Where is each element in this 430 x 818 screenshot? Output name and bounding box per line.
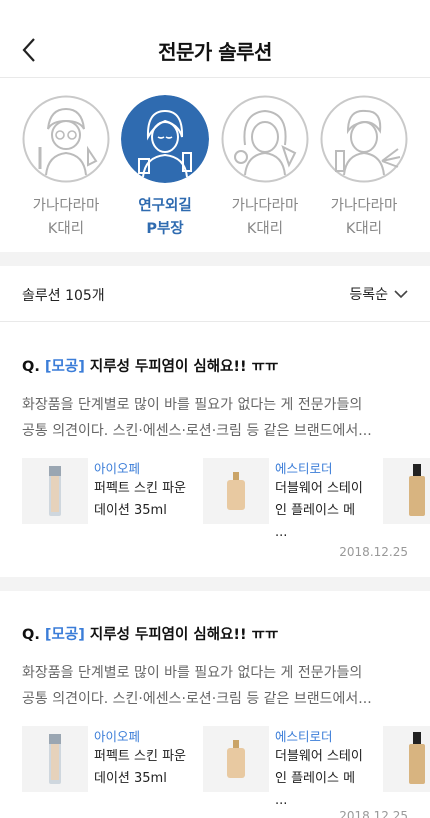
question-title: Q. [모공] 지루성 두피염이 심해요!! ㅠㅠ bbox=[22, 623, 278, 644]
sort-dropdown[interactable]: 등록순 bbox=[349, 284, 408, 304]
product-brand: 에스티로더 bbox=[275, 729, 333, 744]
answer-preview: 화장품을 단계별로 많이 바를 필요가 없다는 게 전문가들의 공통 의견이다.… bbox=[22, 392, 397, 444]
product-image bbox=[22, 726, 88, 792]
product-brand: 아이오페 bbox=[94, 729, 141, 744]
header: 전문가 솔루션 bbox=[0, 0, 430, 78]
product-name: 더블웨어 스테이 인 플레이스 메 ... bbox=[275, 481, 363, 540]
product-brand: 아이오페 bbox=[94, 461, 141, 476]
expert-item[interactable]: 가나다라마 K대리 bbox=[21, 95, 111, 241]
expert-item-selected[interactable]: 연구외길 P부장 bbox=[120, 95, 210, 241]
product-image bbox=[383, 726, 430, 792]
solution-card[interactable]: Q. [모공] 지루성 두피염이 심해요!! ㅠㅠ 화장품을 단계별로 많이 바… bbox=[0, 591, 430, 818]
post-date: 2018.12.25 bbox=[339, 545, 408, 559]
answer-line: 공통 의견이다. 스킨·에센스·로션·크림 등 같은 브랜드에서... bbox=[22, 423, 372, 439]
expert-item[interactable]: 가나다라마 K대리 bbox=[319, 95, 409, 241]
question-text: 지루성 두피염이 심해요!! ㅠㅠ bbox=[89, 627, 279, 643]
product-item[interactable] bbox=[383, 726, 430, 792]
product-name: 퍼펙트 스킨 파운데이션 35ml bbox=[94, 481, 186, 518]
product-item[interactable] bbox=[383, 458, 430, 524]
section-divider bbox=[0, 577, 430, 591]
post-date: 2018.12.25 bbox=[339, 809, 408, 818]
answer-line: 공통 의견이다. 스킨·에센스·로션·크림 등 같은 브랜드에서... bbox=[22, 691, 372, 707]
product-image bbox=[22, 458, 88, 524]
page-title: 전문가 솔루션 bbox=[158, 40, 272, 64]
question-tag: [모공] bbox=[44, 359, 85, 375]
avatar bbox=[320, 95, 408, 183]
product-name: 퍼펙트 스킨 파운데이션 35ml bbox=[94, 749, 186, 786]
question-tag: [모공] bbox=[44, 627, 85, 643]
section-divider bbox=[0, 252, 430, 266]
answer-line: 화장품을 단계별로 많이 바를 필요가 없다는 게 전문가들의 bbox=[22, 665, 363, 681]
expert-role: K대리 bbox=[47, 221, 85, 237]
expert-role: P부장 bbox=[146, 221, 184, 237]
product-item[interactable]: 에스티로더 더블웨어 스테이 인 플레이스 메 ... bbox=[203, 458, 378, 540]
product-image bbox=[203, 726, 269, 792]
solution-count: 솔루션 105개 bbox=[22, 288, 105, 304]
product-name: 더블웨어 스테이 인 플레이스 메 ... bbox=[275, 749, 363, 808]
answer-line: 화장품을 단계별로 많이 바를 필요가 없다는 게 전문가들의 bbox=[22, 397, 363, 413]
product-brand: 에스티로더 bbox=[275, 461, 333, 476]
avatar bbox=[221, 95, 309, 183]
answer-preview: 화장품을 단계별로 많이 바를 필요가 없다는 게 전문가들의 공통 의견이다.… bbox=[22, 660, 397, 712]
question-prefix: Q. bbox=[22, 627, 40, 643]
product-image bbox=[383, 458, 430, 524]
question-title: Q. [모공] 지루성 두피염이 심해요!! ㅠㅠ bbox=[22, 355, 278, 376]
expert-name: 가나다라마 bbox=[231, 198, 299, 214]
expert-role: K대리 bbox=[246, 221, 284, 237]
sort-label: 등록순 bbox=[349, 287, 388, 303]
question-prefix: Q. bbox=[22, 359, 40, 375]
product-item[interactable]: 아이오페 퍼펙트 스킨 파운데이션 35ml bbox=[22, 458, 192, 524]
expert-role: K대리 bbox=[345, 221, 383, 237]
expert-list: 가나다라마 K대리 연구외길 P부장 가나다라마 K대리 가나다라마 K대리 bbox=[0, 79, 430, 252]
product-item[interactable]: 아이오페 퍼펙트 스킨 파운데이션 35ml bbox=[22, 726, 192, 792]
solution-toolbar: 솔루션 105개 등록순 bbox=[0, 266, 430, 322]
avatar bbox=[121, 95, 209, 183]
expert-item[interactable]: 가나다라마 K대리 bbox=[220, 95, 310, 241]
product-item[interactable]: 에스티로더 더블웨어 스테이 인 플레이스 메 ... bbox=[203, 726, 378, 808]
avatar bbox=[22, 95, 110, 183]
product-image bbox=[203, 458, 269, 524]
expert-name: 가나다라마 bbox=[330, 198, 398, 214]
expert-name: 가나다라마 bbox=[32, 198, 100, 214]
chevron-down-icon bbox=[394, 289, 408, 298]
question-text: 지루성 두피염이 심해요!! ㅠㅠ bbox=[89, 359, 279, 375]
expert-name: 연구외길 bbox=[138, 198, 192, 214]
solution-card[interactable]: Q. [모공] 지루성 두피염이 심해요!! ㅠㅠ 화장품을 단계별로 많이 바… bbox=[0, 323, 430, 577]
